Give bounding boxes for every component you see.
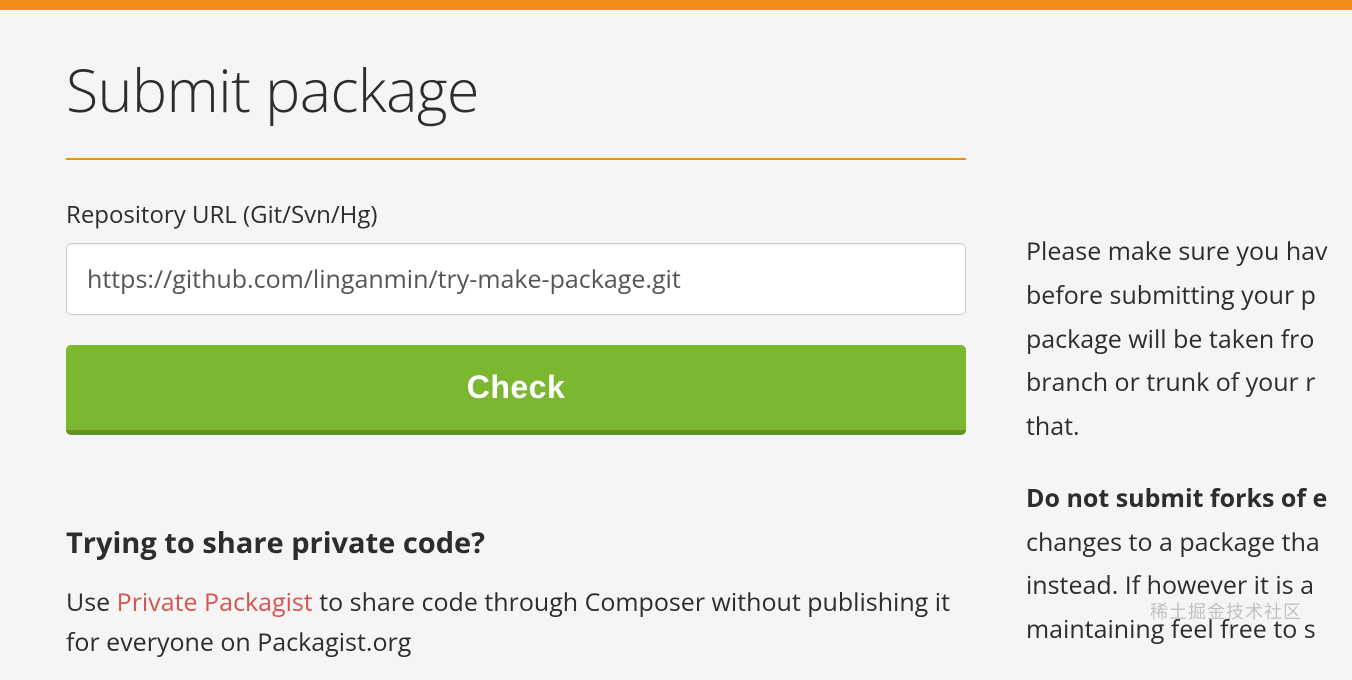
watermark-text: 稀土掘金技术社区 [1150,598,1302,624]
private-packagist-link[interactable]: Private Packagist [117,585,313,619]
top-accent-bar [0,0,1352,10]
info-paragraph-1: Please make sure you hav before submitti… [1026,230,1328,449]
private-code-heading: Trying to share private code? [66,523,966,562]
text-before-link: Use [66,585,117,619]
left-column: Submit package Repository URL (Git/Svn/H… [66,50,966,680]
repo-url-label: Repository URL (Git/Svn/Hg) [66,198,966,231]
right-column: Please make sure you hav before submitti… [1026,50,1328,680]
check-button[interactable]: Check [66,345,966,435]
title-divider [66,158,966,160]
private-code-text: Use Private Packagist to share code thro… [66,582,966,662]
main-container: Submit package Repository URL (Git/Svn/H… [0,10,1352,680]
page-title: Submit package [66,50,966,130]
info-paragraph-2: Do not submit forks of e changes to a pa… [1026,477,1328,652]
repo-url-input[interactable] [66,243,966,315]
